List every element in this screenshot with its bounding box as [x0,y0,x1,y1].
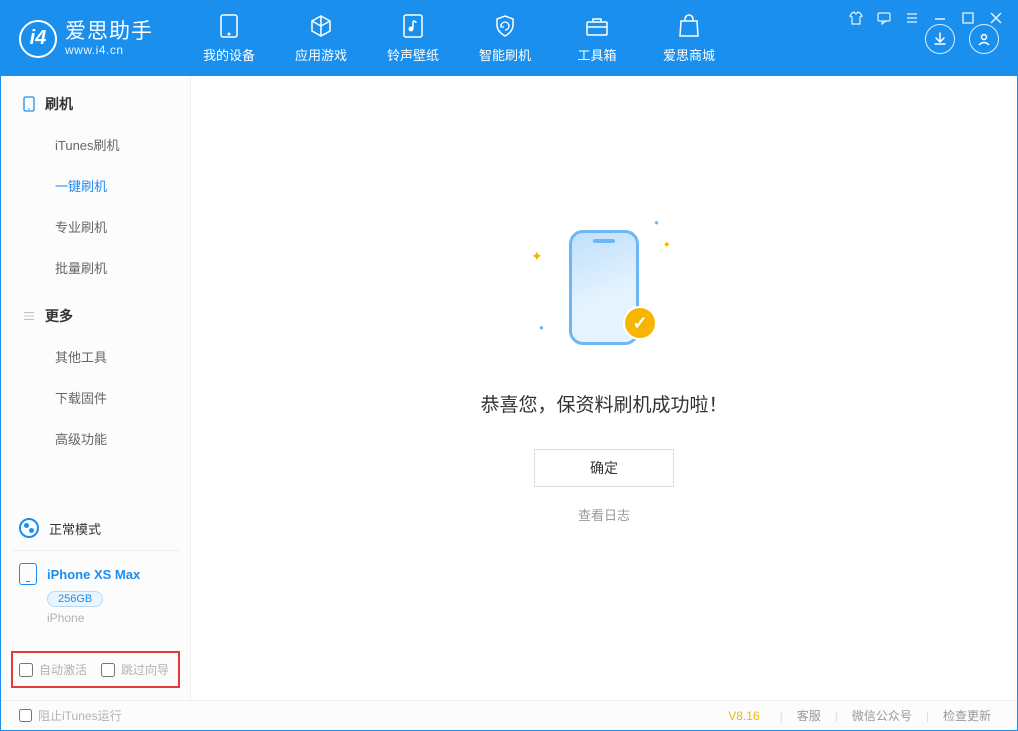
version-label: V8.16 [728,709,759,723]
main-content: ✦ ✦ ● ● ✓ 恭喜您，保资料刷机成功啦！ 确定 查看日志 [191,76,1017,700]
sidebar-group-more: 更多 [1,288,190,336]
device-status-area: 正常模式 iPhone XS Max 256GB iPhone [1,506,190,633]
device-storage: 256GB [47,591,103,607]
sidebar-item-batch-flash[interactable]: 批量刷机 [1,247,190,288]
sidebar: 刷机 iTunes刷机 一键刷机 专业刷机 批量刷机 更多 其他工具 下载固件 … [1,76,191,700]
footer-right: V8.16 | 客服 | 微信公众号 | 检查更新 [728,707,999,724]
device-info[interactable]: iPhone XS Max 256GB iPhone [11,551,180,633]
block-itunes-checkbox[interactable]: 阻止iTunes运行 [19,707,122,724]
toolbox-icon [584,13,610,39]
nav-smart-flash[interactable]: 智能刷机 [459,1,551,76]
nav-store[interactable]: 爱思商城 [643,1,735,76]
shield-refresh-icon [492,13,518,39]
support-link[interactable]: 客服 [789,707,829,724]
cube-icon [308,13,334,39]
phone-icon [216,13,242,39]
sparkle-icon: ✦ [663,240,671,251]
maximize-button[interactable] [959,9,977,27]
nav-label: 智能刷机 [479,45,531,64]
sidebar-group-label: 刷机 [45,94,73,114]
dot-icon: ● [654,218,659,227]
nav-label: 我的设备 [203,45,255,64]
music-file-icon [400,13,426,39]
success-message: 恭喜您，保资料刷机成功啦！ [480,390,727,417]
block-itunes-label: 阻止iTunes运行 [38,707,122,724]
nav-apps-games[interactable]: 应用游戏 [275,1,367,76]
app-body: 刷机 iTunes刷机 一键刷机 专业刷机 批量刷机 更多 其他工具 下载固件 … [1,76,1017,700]
skip-guide-label: 跳过向导 [121,661,169,678]
app-header: i4 爱思助手 www.i4.cn 我的设备 应用游戏 铃声壁纸 [1,1,1017,76]
nav-label: 铃声壁纸 [387,45,439,64]
view-log-link[interactable]: 查看日志 [578,505,630,524]
mode-status[interactable]: 正常模式 [11,506,180,551]
nav-label: 爱思商城 [663,45,715,64]
nav-tabs: 我的设备 应用游戏 铃声壁纸 智能刷机 工具箱 [183,1,735,76]
footer: 阻止iTunes运行 V8.16 | 客服 | 微信公众号 | 检查更新 [1,700,1017,730]
device-small-icon [23,96,35,112]
sparkle-icon: ✦ [531,248,543,265]
nav-ringtone-wallpaper[interactable]: 铃声壁纸 [367,1,459,76]
confirm-button[interactable]: 确定 [534,449,674,487]
user-button[interactable] [969,24,999,54]
download-button[interactable] [925,24,955,54]
menu-icon[interactable] [903,9,921,27]
logo-icon: i4 [19,20,57,58]
bottom-options-highlighted: 自动激活 跳过向导 [11,651,180,688]
sidebar-item-oneclick-flash[interactable]: 一键刷机 [1,165,190,206]
sidebar-group-label: 更多 [45,306,73,326]
nav-toolbox[interactable]: 工具箱 [551,1,643,76]
device-name: iPhone XS Max [47,567,140,582]
feedback-icon[interactable] [875,9,893,27]
shopping-bag-icon [676,13,702,39]
shirt-icon[interactable] [847,9,865,27]
check-icon: ✓ [623,306,657,340]
nav-my-device[interactable]: 我的设备 [183,1,275,76]
dot-icon: ● [539,323,544,332]
device-icon [19,563,37,585]
window-controls [847,9,1005,27]
check-update-link[interactable]: 检查更新 [935,707,999,724]
sidebar-item-other-tools[interactable]: 其他工具 [1,336,190,377]
mode-label: 正常模式 [49,519,101,538]
brand-title: 爱思助手 [65,20,153,44]
brand-subtitle: www.i4.cn [65,44,153,58]
success-illustration: ✦ ✦ ● ● ✓ [519,212,689,362]
sidebar-group-flash: 刷机 [1,76,190,124]
header-actions [925,24,1003,54]
sidebar-item-advanced[interactable]: 高级功能 [1,418,190,459]
sidebar-item-pro-flash[interactable]: 专业刷机 [1,206,190,247]
logo-area: i4 爱思助手 www.i4.cn [19,20,153,58]
close-button[interactable] [987,9,1005,27]
device-type: iPhone [47,611,172,625]
skip-guide-checkbox[interactable]: 跳过向导 [101,661,169,678]
nav-label: 应用游戏 [295,45,347,64]
minimize-button[interactable] [931,9,949,27]
auto-activate-label: 自动激活 [39,661,87,678]
sidebar-item-itunes-flash[interactable]: iTunes刷机 [1,124,190,165]
mode-icon [19,518,39,538]
sidebar-item-download-firmware[interactable]: 下载固件 [1,377,190,418]
wechat-link[interactable]: 微信公众号 [844,707,920,724]
list-icon [23,308,35,324]
nav-label: 工具箱 [577,45,616,64]
auto-activate-checkbox[interactable]: 自动激活 [19,661,87,678]
